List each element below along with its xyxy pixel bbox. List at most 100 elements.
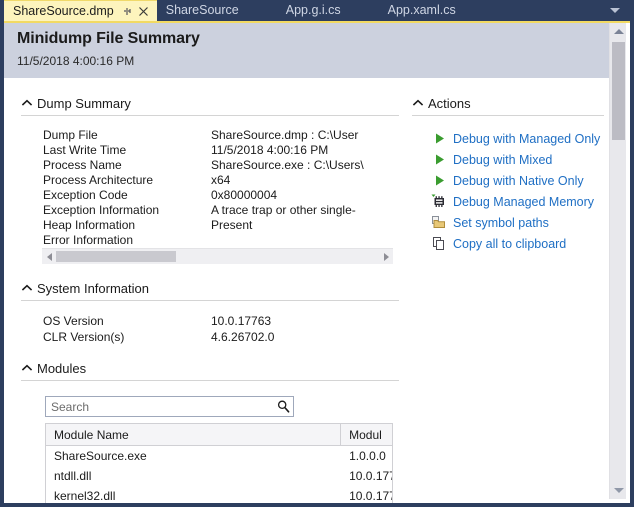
actions-list: Debug with Managed Only Debug with Mixed…: [431, 129, 600, 255]
search-icon[interactable]: [273, 397, 293, 416]
search-input[interactable]: Search: [46, 400, 273, 414]
action-label: Debug Managed Memory: [453, 195, 594, 209]
action-debug-managed-only[interactable]: Debug with Managed Only: [431, 129, 600, 148]
section-header-system-information[interactable]: System Information: [21, 279, 149, 297]
dump-summary-fields: Dump File ShareSource.dmp : C:\User Last…: [43, 128, 399, 248]
tab-app-xaml-cs[interactable]: App.xaml.cs: [379, 0, 464, 21]
action-debug-mixed[interactable]: Debug with Mixed: [431, 150, 600, 169]
memory-chip-icon: [431, 194, 447, 210]
dump-summary-hscrollbar[interactable]: [42, 248, 393, 264]
field-label: Process Name: [43, 158, 211, 172]
field-row: Last Write Time 11/5/2018 4:00:16 PM: [43, 143, 399, 158]
cell-module-version: 10.0.177: [341, 486, 392, 506]
arrow-up-icon[interactable]: [610, 23, 627, 40]
field-label: Dump File: [43, 128, 211, 142]
field-row: OS Version 10.0.17763: [43, 314, 399, 330]
hscrollbar-track[interactable]: [56, 249, 379, 264]
section-divider: [21, 380, 399, 381]
field-label: CLR Version(s): [43, 330, 211, 344]
section-divider: [21, 300, 399, 301]
field-label: OS Version: [43, 314, 211, 328]
chevron-up-icon[interactable]: [412, 97, 424, 109]
section-title: Modules: [37, 361, 86, 376]
close-icon[interactable]: [138, 6, 149, 17]
system-information-fields: OS Version 10.0.17763 CLR Version(s) 4.6…: [43, 314, 399, 346]
tab-label: App.g.i.cs: [286, 4, 341, 17]
field-value: Present: [211, 218, 252, 232]
section-header-modules[interactable]: Modules: [21, 359, 86, 377]
action-copy-all-to-clipboard[interactable]: Copy all to clipboard: [431, 234, 600, 253]
field-label: Exception Information: [43, 203, 211, 217]
cell-module-name: ntdll.dll: [46, 466, 341, 486]
cell-module-name: kernel32.dll: [46, 486, 341, 506]
table-row[interactable]: ShareSource.exe 1.0.0.0: [46, 446, 392, 466]
column-header-module-name[interactable]: Module Name: [46, 424, 341, 445]
field-label: Error Information: [43, 233, 211, 247]
copy-icon: [431, 236, 447, 252]
field-label: Exception Code: [43, 188, 211, 202]
cell-module-version: 1.0.0.0: [341, 446, 392, 466]
chevron-down-icon[interactable]: [604, 0, 626, 21]
tab-label: App.xaml.cs: [388, 4, 456, 17]
action-label: Debug with Managed Only: [453, 132, 600, 146]
field-row: Process Name ShareSource.exe : C:\Users\: [43, 158, 399, 173]
pin-icon[interactable]: [122, 6, 133, 17]
column-header-module-version[interactable]: Modul: [341, 424, 392, 445]
action-label: Set symbol paths: [453, 216, 549, 230]
action-label: Copy all to clipboard: [453, 237, 566, 251]
section-title: Dump Summary: [37, 96, 131, 111]
field-row: Dump File ShareSource.dmp : C:\User: [43, 128, 399, 143]
play-triangle-icon: [431, 173, 447, 189]
arrow-right-icon[interactable]: [379, 249, 393, 264]
field-row: CLR Version(s) 4.6.26702.0: [43, 330, 399, 346]
tab-sharesource[interactable]: ShareSource: [157, 0, 247, 21]
tab-label: ShareSource.dmp: [13, 5, 114, 18]
minidump-summary-window: ShareSource.dmp ShareSource App.g.i.cs A…: [0, 0, 634, 507]
field-value: A trace trap or other single-: [211, 203, 356, 217]
field-label: Process Architecture: [43, 173, 211, 187]
tab-app-g-i-cs[interactable]: App.g.i.cs: [277, 0, 349, 21]
chevron-up-icon[interactable]: [21, 282, 33, 294]
action-debug-native-only[interactable]: Debug with Native Only: [431, 171, 600, 190]
field-value: x64: [211, 173, 230, 187]
arrow-down-icon[interactable]: [610, 482, 627, 499]
field-value: ShareSource.dmp : C:\User: [211, 128, 358, 142]
field-label: Last Write Time: [43, 143, 211, 157]
vscrollbar-thumb[interactable]: [612, 42, 625, 140]
arrow-left-icon[interactable]: [42, 249, 56, 264]
vertical-scrollbar[interactable]: [609, 23, 626, 499]
field-label: Heap Information: [43, 218, 211, 232]
folder-icon: [431, 215, 447, 231]
search-box[interactable]: Search: [45, 396, 294, 417]
section-title: System Information: [37, 281, 149, 296]
modules-table: Module Name Modul ShareSource.exe 1.0.0.…: [45, 423, 393, 506]
table-row[interactable]: ntdll.dll 10.0.177: [46, 466, 392, 486]
section-divider: [412, 115, 604, 116]
section-header-dump-summary[interactable]: Dump Summary: [21, 94, 131, 112]
chevron-up-icon[interactable]: [21, 97, 33, 109]
cell-module-version: 10.0.177: [341, 466, 392, 486]
editor-tab-strip: ShareSource.dmp ShareSource App.g.i.cs A…: [4, 0, 630, 21]
section-divider: [21, 115, 399, 116]
section-header-actions[interactable]: Actions: [412, 94, 471, 112]
document-header: Minidump File Summary 11/5/2018 4:00:16 …: [4, 23, 612, 78]
field-value: ShareSource.exe : C:\Users\: [211, 158, 364, 172]
page-timestamp: 11/5/2018 4:00:16 PM: [17, 54, 612, 68]
hscrollbar-thumb[interactable]: [56, 251, 176, 262]
chevron-up-icon[interactable]: [21, 362, 33, 374]
action-set-symbol-paths[interactable]: Set symbol paths: [431, 213, 600, 232]
tab-label: ShareSource: [166, 4, 239, 17]
field-value: 11/5/2018 4:00:16 PM: [211, 143, 328, 157]
tab-sharesource-dmp[interactable]: ShareSource.dmp: [4, 0, 157, 21]
field-row: Error Information: [43, 233, 399, 248]
page-title: Minidump File Summary: [17, 30, 612, 48]
field-row: Process Architecture x64: [43, 173, 399, 188]
field-value: 4.6.26702.0: [211, 330, 274, 344]
section-title: Actions: [428, 96, 471, 111]
field-row: Exception Code 0x80000004: [43, 188, 399, 203]
action-debug-managed-memory[interactable]: Debug Managed Memory: [431, 192, 600, 211]
field-row: Heap Information Present: [43, 218, 399, 233]
table-row[interactable]: kernel32.dll 10.0.177: [46, 486, 392, 506]
action-label: Debug with Mixed: [453, 153, 552, 167]
action-label: Debug with Native Only: [453, 174, 584, 188]
